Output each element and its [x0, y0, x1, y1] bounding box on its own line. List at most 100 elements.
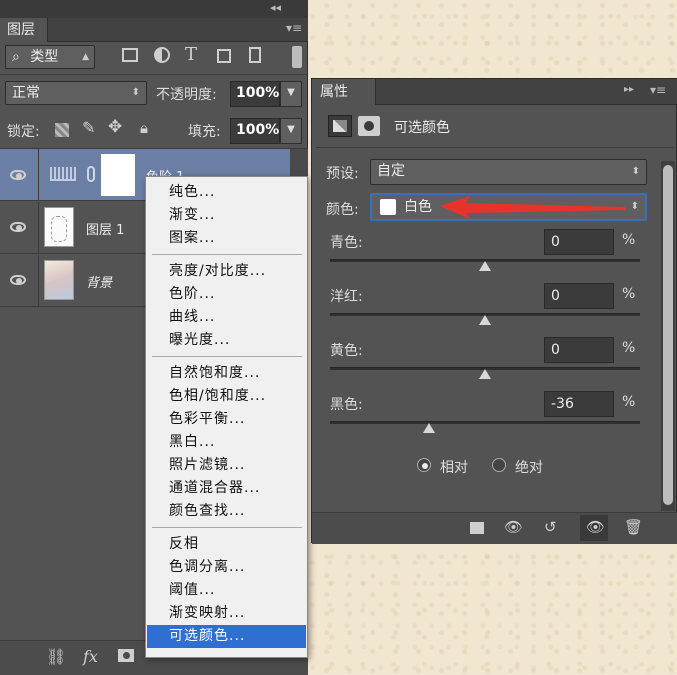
color-value: 白色: [404, 199, 432, 215]
percent-unit: %: [622, 232, 636, 248]
lock-position-icon[interactable]: ✥: [108, 117, 122, 137]
menu-item[interactable]: 色彩平衡...: [147, 408, 306, 431]
menu-item[interactable]: 阈值...: [147, 579, 306, 602]
slider-value-input[interactable]: -36: [544, 391, 614, 417]
blend-mode-select[interactable]: 正常 ⬍: [5, 81, 147, 105]
panel-top-strip: ◂◂: [0, 0, 308, 18]
layer-thumbnail: [44, 207, 74, 247]
slider-label: 青色:: [330, 235, 363, 251]
slider-handle[interactable]: [479, 261, 491, 271]
preset-select[interactable]: 自定 ⬍: [370, 159, 647, 185]
toggle-visibility-button[interactable]: 👁︎: [580, 515, 608, 541]
menu-item[interactable]: 曝光度...: [147, 329, 306, 352]
menu-item[interactable]: 通道混合器...: [147, 477, 306, 500]
visibility-eye-icon[interactable]: [10, 222, 26, 232]
panel-title: 可选颜色: [394, 120, 450, 136]
fill-dropdown-button[interactable]: ▼: [280, 118, 302, 144]
slider-value-input[interactable]: 0: [544, 229, 614, 255]
filter-adjustment-icon[interactable]: [154, 47, 170, 63]
layer-mask-icon[interactable]: [358, 116, 380, 136]
menu-item[interactable]: 图案...: [147, 227, 306, 250]
menu-item[interactable]: 黑白...: [147, 431, 306, 454]
divider: [38, 149, 39, 201]
menu-item[interactable]: 曲线...: [147, 306, 306, 329]
slider-track[interactable]: [330, 421, 640, 424]
slider-label: 黑色:: [330, 397, 363, 413]
blend-mode-value: 正常: [12, 85, 40, 101]
menu-item[interactable]: 渐变...: [147, 204, 306, 227]
menu-item[interactable]: 纯色...: [147, 181, 306, 204]
filter-smartobject-icon[interactable]: [249, 47, 261, 63]
opacity-input[interactable]: 100%: [230, 81, 280, 107]
opacity-label: 不透明度:: [156, 87, 217, 103]
filter-type-icon[interactable]: T: [185, 44, 197, 65]
slider-handle[interactable]: [479, 369, 491, 379]
layer-name: 背景: [86, 276, 113, 291]
relative-label: 相对: [440, 460, 468, 476]
expand-icon[interactable]: ▸▸: [624, 84, 634, 95]
add-mask-icon[interactable]: [118, 649, 134, 662]
menu-item[interactable]: 色调分离...: [147, 556, 306, 579]
adjustment-layer-menu: 纯色... 渐变... 图案... 亮度/对比度... 色阶... 曲线... 曝光度...…: [145, 176, 308, 658]
menu-item[interactable]: 色阶...: [147, 283, 306, 306]
opacity-dropdown-button[interactable]: ▼: [280, 81, 302, 107]
divider: [38, 202, 39, 254]
view-previous-state-icon[interactable]: 👁︎: [504, 518, 523, 536]
layer-mask-thumbnail: [101, 154, 135, 196]
filter-toggle-switch[interactable]: [292, 46, 302, 68]
slider-handle[interactable]: [423, 423, 436, 433]
slider-value-input[interactable]: 0: [544, 337, 614, 363]
tab-layers[interactable]: 图层: [0, 18, 48, 42]
absolute-radio[interactable]: [492, 458, 506, 472]
adjustment-settings-icon[interactable]: [328, 115, 352, 137]
absolute-label: 绝对: [515, 460, 543, 476]
panel-menu-icon[interactable]: ▾≡: [650, 83, 666, 97]
divider: [316, 147, 674, 148]
preset-value: 自定: [377, 163, 405, 179]
search-icon: ⌕: [12, 49, 20, 65]
updown-icon: ▲: [82, 52, 89, 62]
menu-item[interactable]: 色相/饱和度...: [147, 385, 306, 408]
menu-item[interactable]: 颜色查找...: [147, 500, 306, 523]
color-swatch: [380, 199, 396, 215]
trash-icon[interactable]: 🗑︎: [624, 518, 643, 536]
layer-filter-select[interactable]: ⌕ 类型 ▲: [5, 45, 95, 69]
reset-icon[interactable]: ↺: [544, 518, 557, 536]
menu-separator: [152, 356, 302, 357]
menu-separator: [152, 527, 302, 528]
visibility-eye-icon[interactable]: [10, 170, 26, 180]
lock-transparent-icon[interactable]: [55, 123, 69, 137]
clip-to-layer-icon[interactable]: [470, 522, 484, 534]
slider-label: 洋红:: [330, 289, 363, 305]
menu-item[interactable]: 自然饱和度...: [147, 362, 306, 385]
menu-item[interactable]: 反相: [147, 533, 306, 556]
slider-value-input[interactable]: 0: [544, 283, 614, 309]
layer-thumbnail: [44, 260, 74, 300]
layer-name: 图层 1: [86, 223, 125, 238]
fx-icon[interactable]: fx: [83, 647, 98, 666]
slider-handle[interactable]: [479, 315, 491, 325]
panel-menu-icon[interactable]: ▾≡: [286, 21, 302, 35]
menu-item[interactable]: 渐变映射...: [147, 602, 306, 625]
link-icon[interactable]: ⛓: [46, 647, 66, 666]
collapse-icon[interactable]: ◂◂: [270, 1, 281, 14]
visibility-eye-icon[interactable]: [10, 275, 26, 285]
scrollbar-thumb[interactable]: [663, 165, 673, 505]
lock-label: 锁定:: [7, 124, 40, 140]
fill-label: 填充:: [188, 124, 221, 140]
filter-shape-icon[interactable]: [217, 49, 231, 63]
lock-image-icon[interactable]: ✎: [82, 118, 95, 137]
filter-pixel-icon[interactable]: [122, 48, 138, 62]
relative-radio[interactable]: [417, 458, 431, 472]
lock-all-icon[interactable]: 🔒︎: [140, 119, 148, 137]
link-chain-icon: [87, 166, 95, 182]
percent-unit: %: [622, 286, 636, 302]
updown-icon: ⬍: [630, 201, 639, 212]
tab-properties[interactable]: 属性: [312, 79, 376, 105]
color-label: 颜色:: [326, 202, 359, 218]
properties-bottom-bar: 👁︎ ↺ 👁︎ 🗑︎: [312, 512, 677, 544]
menu-item[interactable]: 亮度/对比度...: [147, 260, 306, 283]
menu-item[interactable]: 照片滤镜...: [147, 454, 306, 477]
menu-item[interactable]: 可选颜色...: [147, 625, 306, 648]
fill-input[interactable]: 100%: [230, 118, 280, 144]
